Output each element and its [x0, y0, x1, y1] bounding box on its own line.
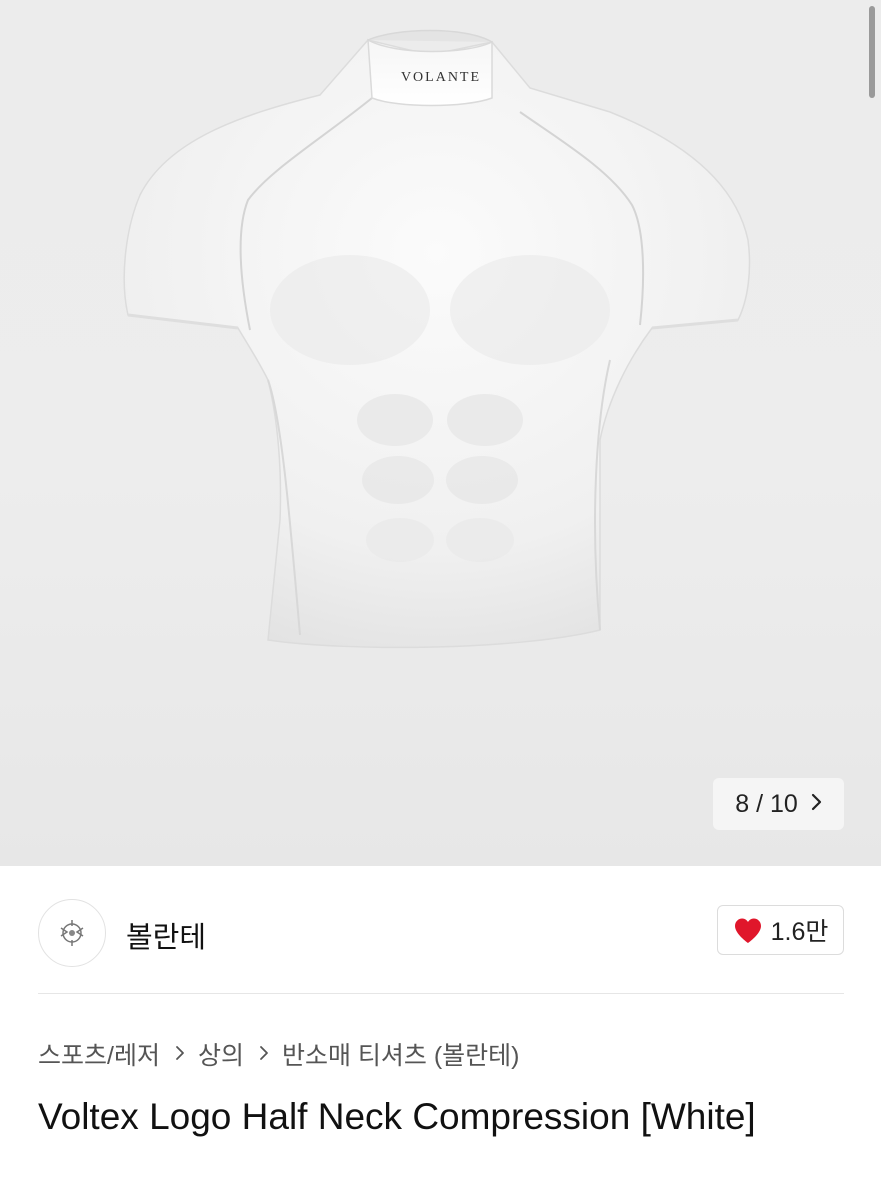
brand-avatar[interactable] [38, 899, 106, 967]
breadcrumb: 스포츠/레저 상의 반소매 티셔츠 (볼란테) [38, 1036, 520, 1072]
like-count: 1.6만 [770, 918, 829, 946]
breadcrumb-item-subcategory[interactable]: 상의 [198, 1036, 244, 1072]
product-title: Voltex Logo Half Neck Compression [White… [38, 1096, 756, 1137]
collar-brand-text: VOLANTE [400, 70, 482, 85]
like-button[interactable]: 1.6만 [717, 905, 844, 955]
scrollbar-thumb[interactable] [869, 6, 875, 98]
image-counter-text: 8 / 10 [735, 789, 798, 818]
breadcrumb-item-category[interactable]: 스포츠/레저 [38, 1036, 160, 1072]
image-counter-button[interactable]: 8 / 10 [713, 778, 844, 830]
product-image-gallery[interactable]: VOLANTE 8 / 10 [0, 0, 881, 866]
divider [38, 993, 844, 994]
brand-name[interactable]: 볼란테 [126, 914, 206, 956]
chevron-right-icon [175, 1040, 185, 1068]
brand-row: 볼란테 1.6만 [38, 897, 844, 969]
brand-logo-icon [60, 920, 84, 946]
breadcrumb-item-current[interactable]: 반소매 티셔츠 (볼란테) [282, 1036, 520, 1072]
chevron-right-icon [810, 791, 822, 817]
chevron-right-icon [259, 1040, 269, 1068]
product-photo [123, 29, 751, 649]
heart-icon [734, 918, 761, 943]
